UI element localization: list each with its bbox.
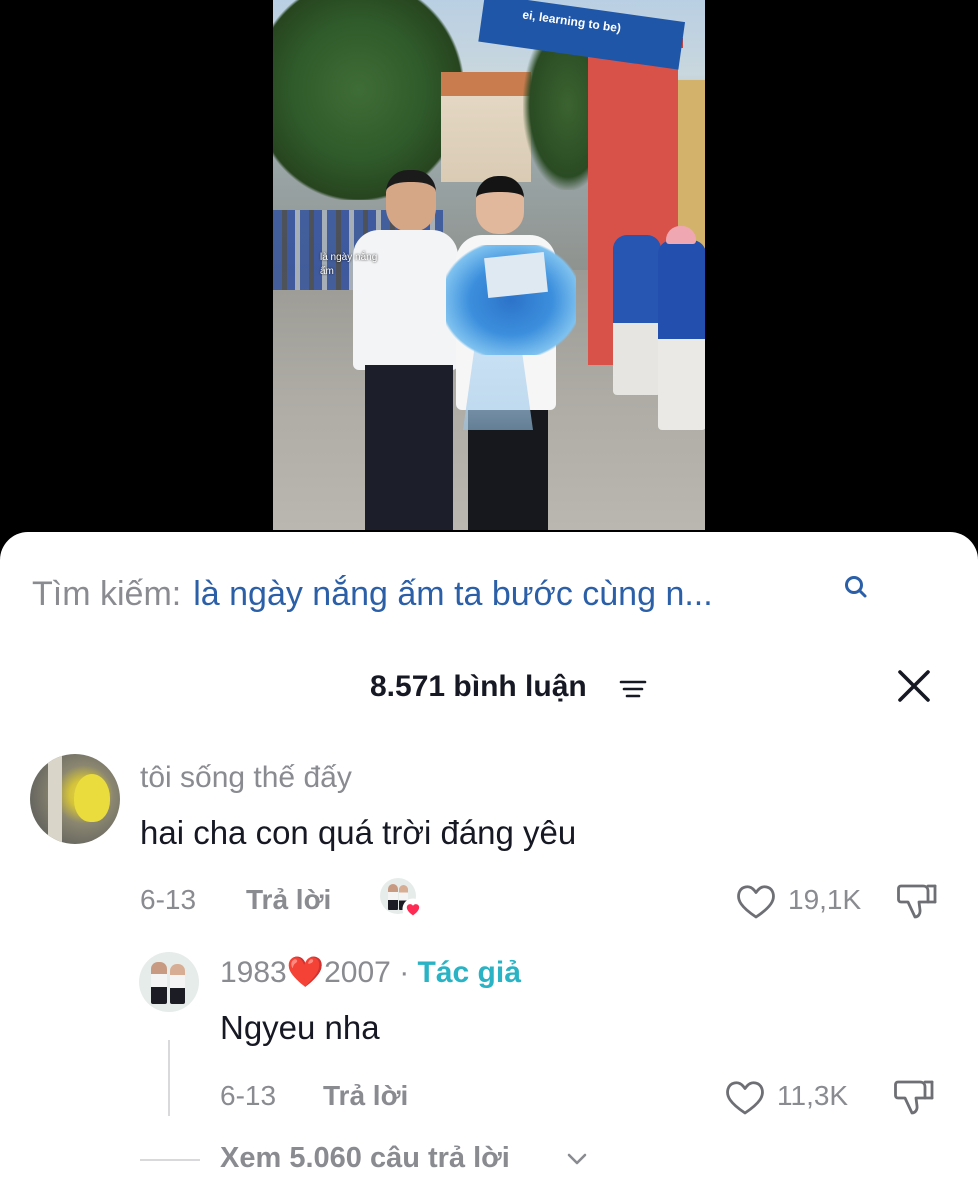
- video-student-girl: [658, 240, 705, 430]
- chevron-down-icon[interactable]: [566, 1150, 588, 1168]
- creator-liked-badge: [380, 878, 424, 920]
- thread-line: [168, 1040, 170, 1116]
- avatar[interactable]: [30, 754, 120, 844]
- avatar-bird: [74, 774, 110, 822]
- heart-emoji: ❤️: [286, 956, 325, 989]
- reply-username-suffix: 2007: [324, 956, 391, 989]
- video-sign-text: ei, learning to be): [521, 7, 622, 36]
- like-count: 11,3K: [777, 1080, 849, 1111]
- comments-header: 8.571 bình luận: [0, 666, 978, 706]
- filter-icon[interactable]: [619, 678, 647, 700]
- author-badge: Tác giả: [417, 956, 521, 989]
- video-father-head: [386, 170, 436, 232]
- comments-sheet: Tìm kiếm: là ngày nắng ấm ta bước cùng n…: [0, 532, 978, 1200]
- view-replies-button[interactable]: Xem 5.060 câu trả lời: [220, 1142, 510, 1175]
- video-tree: [273, 0, 463, 200]
- close-icon[interactable]: [896, 668, 932, 704]
- like-heart-icon[interactable]: [735, 882, 777, 920]
- reply-username[interactable]: 1983❤️2007 · Tác giả: [220, 955, 521, 990]
- related-search[interactable]: Tìm kiếm: là ngày nắng ấm ta bước cùng n…: [32, 572, 713, 616]
- comments-count: 8.571 bình luận: [370, 670, 587, 703]
- avatar-cage-bar: [48, 754, 62, 844]
- search-label: Tìm kiếm:: [32, 574, 182, 613]
- reply-text: Ngyeu nha: [220, 1009, 380, 1046]
- video-frame[interactable]: ei, learning to be) là ngày nắng ấm: [273, 0, 705, 530]
- comment-text: hai cha con quá trời đáng yêu: [140, 814, 577, 851]
- reply-date: 6-13: [220, 1080, 277, 1111]
- reply-button[interactable]: Trả lời: [323, 1080, 408, 1112]
- video-father-pants: [365, 365, 453, 530]
- comment-date: 6-13: [140, 884, 197, 915]
- dislike-icon[interactable]: [892, 1076, 936, 1118]
- video-son-head: [476, 176, 524, 234]
- dislike-icon[interactable]: [895, 880, 939, 922]
- like-heart-icon[interactable]: [724, 1078, 766, 1116]
- comment-username[interactable]: tôi sống thế đấy: [140, 761, 352, 795]
- heart-icon: [402, 898, 424, 920]
- author-avatar[interactable]: [139, 952, 199, 1012]
- view-replies-divider: [140, 1159, 200, 1161]
- like-count: 19,1K: [788, 884, 862, 915]
- reply-username-prefix: 1983: [220, 956, 287, 989]
- video-bouquet-card: [484, 251, 548, 299]
- video-player[interactable]: ei, learning to be) là ngày nắng ấm: [0, 0, 978, 560]
- video-student-girl: [613, 235, 661, 395]
- search-icon[interactable]: [843, 574, 869, 600]
- separator-dot: ·: [390, 956, 418, 989]
- video-caption-overlay: là ngày nắng ấm: [320, 252, 378, 277]
- reply-button[interactable]: Trả lời: [246, 884, 331, 916]
- video-house: [441, 72, 531, 182]
- search-query-link[interactable]: là ngày nắng ấm ta bước cùng n...: [193, 575, 712, 614]
